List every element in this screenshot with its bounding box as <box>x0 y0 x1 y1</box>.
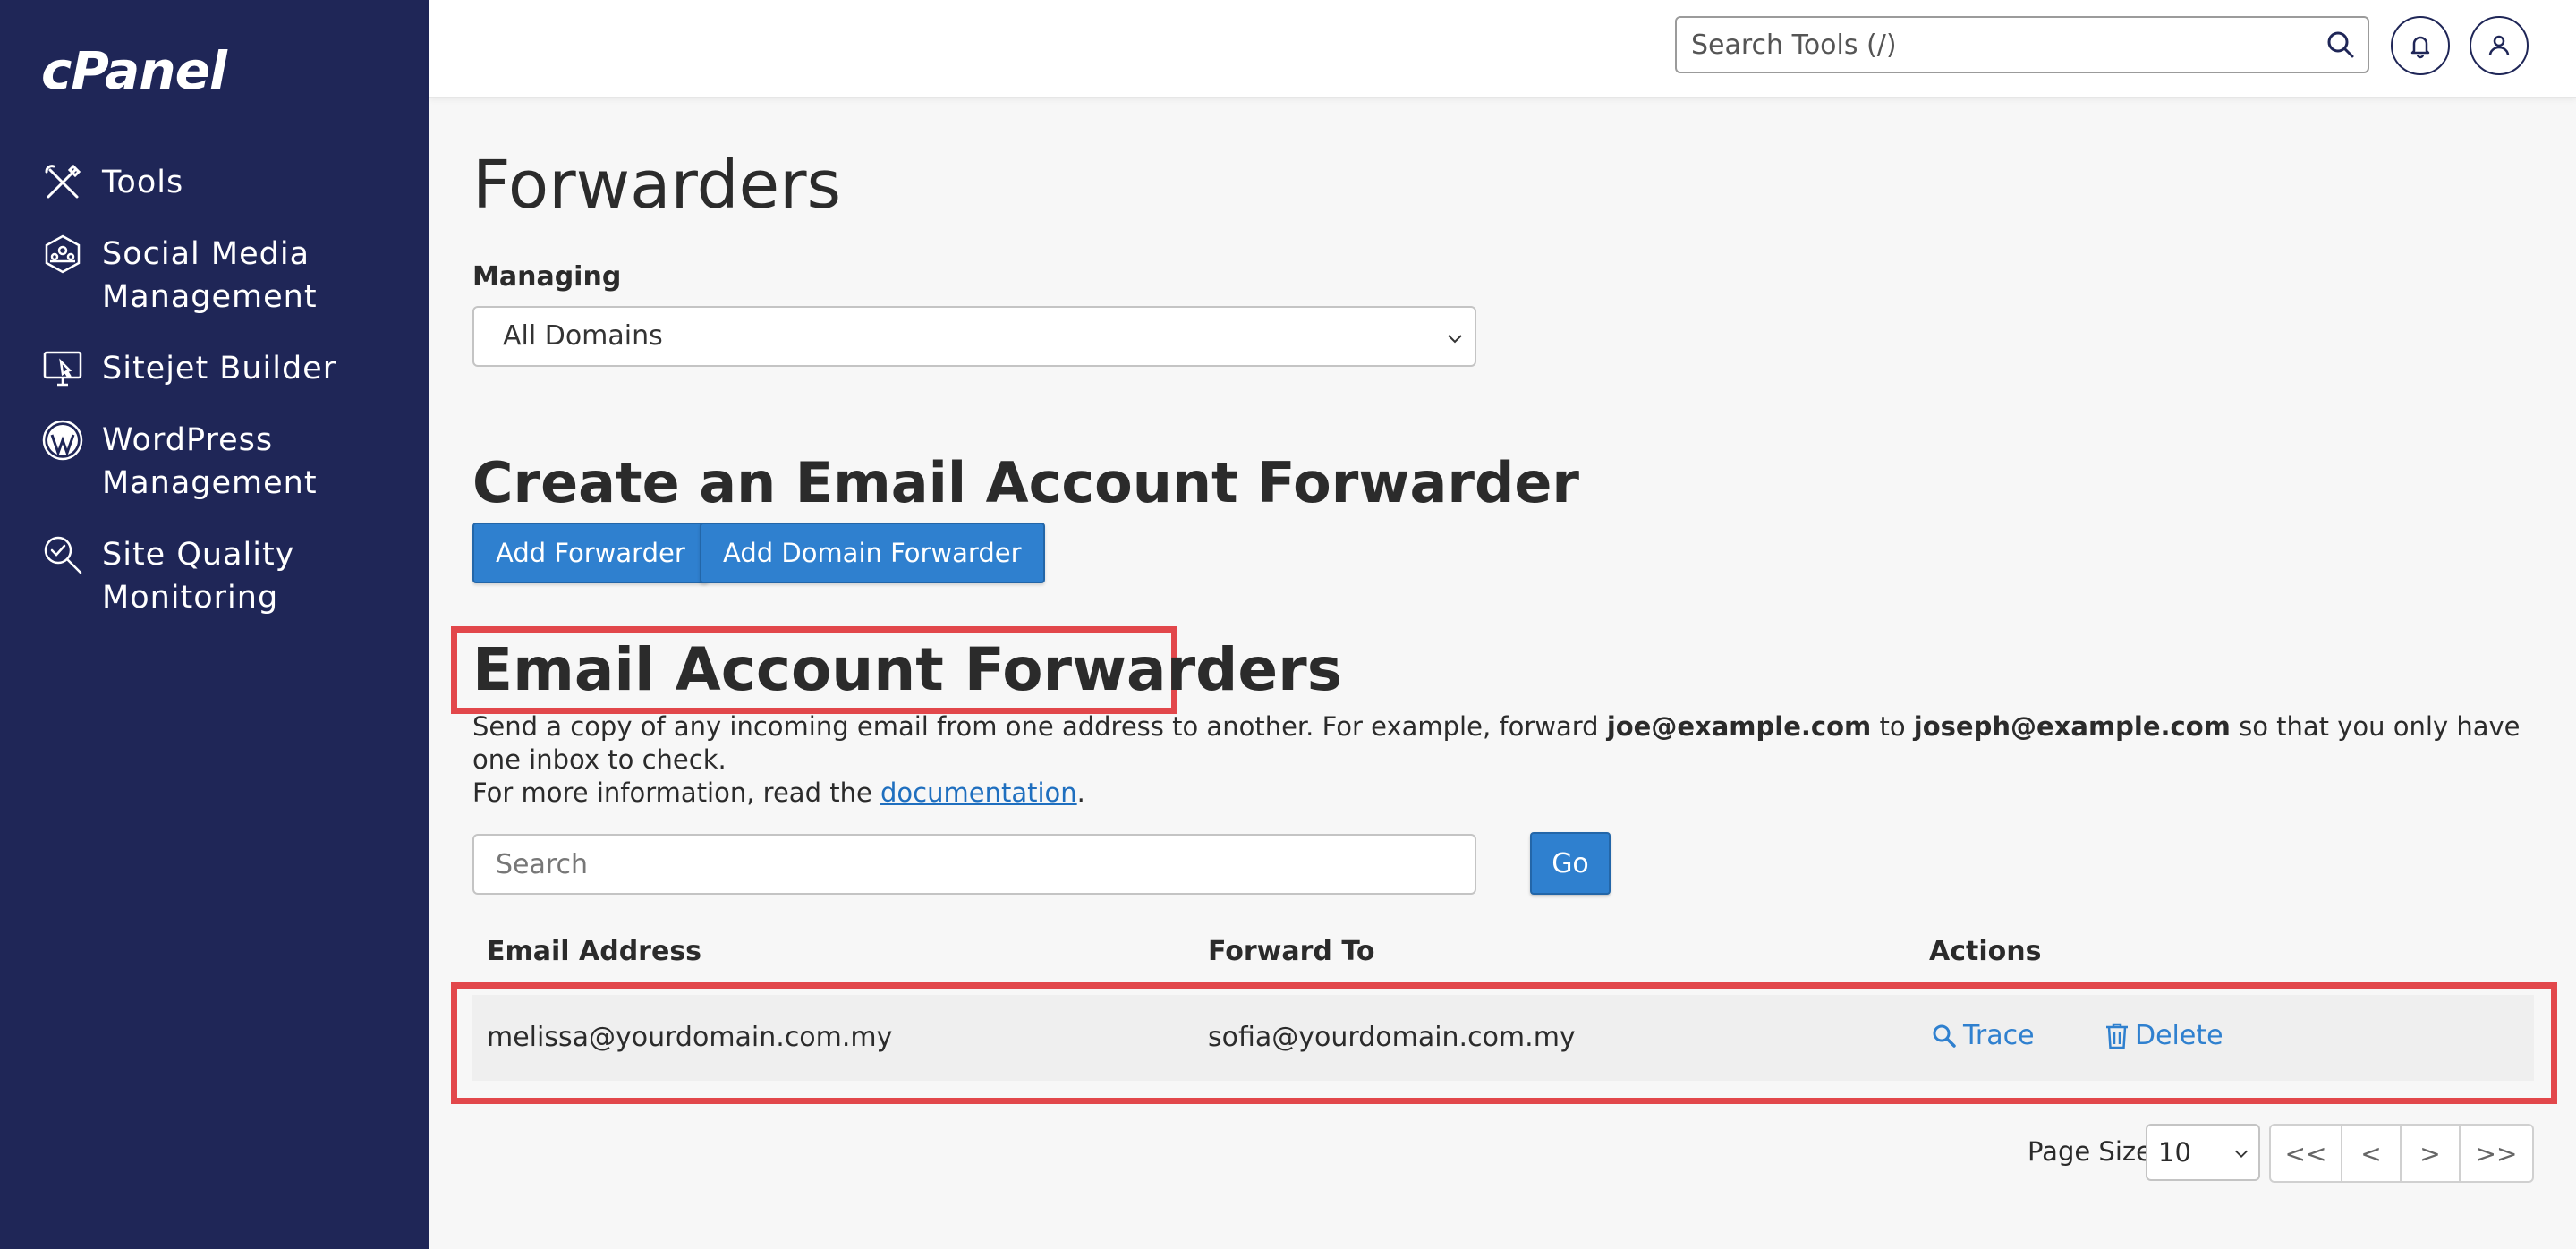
table-row: melissa@yourdomain.com.my sofia@yourdoma… <box>472 995 2534 1081</box>
email-account-forwarders-heading: Email Account Forwarders <box>472 635 1342 704</box>
column-header-actions: Actions <box>1929 936 2042 967</box>
first-page-button[interactable]: << <box>2271 1126 2342 1181</box>
column-header-email-address[interactable]: Email Address <box>487 936 701 967</box>
page-size-label: Page Size <box>2028 1136 2152 1167</box>
desc-text: . <box>1076 777 1085 808</box>
sidebar-item-label: Tools <box>102 165 184 200</box>
documentation-link[interactable]: documentation <box>880 777 1077 808</box>
cell-forward-to: sofia@yourdomain.com.my <box>1208 1022 1576 1053</box>
pagination: << < > >> <box>2269 1124 2534 1183</box>
page-size-select[interactable]: 10 <box>2146 1124 2260 1181</box>
desc-text: Send a copy of any incoming email from o… <box>472 711 1607 742</box>
site-quality-icon <box>44 536 82 574</box>
delete-label: Delete <box>2135 1020 2223 1051</box>
sitejet-icon <box>43 351 82 387</box>
notifications-button[interactable] <box>2391 16 2450 75</box>
desc-text: to <box>1871 711 1914 742</box>
sidebar-item-label: Sitejet Builder <box>102 351 337 387</box>
sidebar-item-site-quality[interactable]: Site Quality Monitoring <box>41 533 397 619</box>
go-button[interactable]: Go <box>1530 832 1611 895</box>
delete-button[interactable]: Delete <box>2104 1020 2223 1051</box>
sidebar-item-sitejet[interactable]: Sitejet Builder <box>41 347 397 390</box>
search-icon[interactable] <box>2326 30 2355 59</box>
forwarders-search-input[interactable] <box>472 834 1476 895</box>
user-menu-button[interactable] <box>2470 16 2529 75</box>
cell-email-address: melissa@yourdomain.com.my <box>487 1022 893 1053</box>
cpanel-logo[interactable]: cPanel <box>41 39 227 102</box>
managing-domain-value: All Domains <box>503 320 663 352</box>
trace-label: Trace <box>1963 1020 2035 1051</box>
trash-icon <box>2106 1023 2128 1049</box>
chevron-down-icon <box>2234 1150 2249 1158</box>
desc-text: For more information, read the <box>472 777 881 808</box>
page-title: Forwarders <box>472 147 842 224</box>
trace-button[interactable]: Trace <box>1931 1020 2035 1051</box>
bell-icon <box>2410 36 2430 59</box>
sidebar-item-tools[interactable]: Tools <box>41 161 397 204</box>
chevron-down-icon <box>1448 335 1462 344</box>
managing-domain-select[interactable]: All Domains <box>472 306 1476 367</box>
main-content: Forwarders Managing All Domains Create a… <box>429 98 2576 1249</box>
add-domain-forwarder-button[interactable]: Add Domain Forwarder <box>700 523 1045 583</box>
search-icon <box>1933 1024 1956 1048</box>
desc-example-email: joseph@example.com <box>1913 711 2231 742</box>
last-page-button[interactable]: >> <box>2461 1126 2532 1181</box>
user-icon <box>2488 35 2510 56</box>
sidebar-item-social-media[interactable]: Social Media Management <box>41 233 397 319</box>
sidebar-item-label: WordPress Management <box>102 422 318 501</box>
managing-label: Managing <box>472 261 622 293</box>
wordpress-icon <box>42 420 83 461</box>
next-page-button[interactable]: > <box>2402 1126 2461 1181</box>
sidebar-item-wordpress[interactable]: WordPress Management <box>41 419 397 505</box>
create-forwarder-heading: Create an Email Account Forwarder <box>472 450 1579 515</box>
search-tools-box[interactable] <box>1675 16 2369 73</box>
sidebar-item-label: Site Quality Monitoring <box>102 537 295 616</box>
topbar <box>429 0 2576 98</box>
tools-icon <box>45 164 81 199</box>
forwarders-description: Send a copy of any incoming email from o… <box>472 710 2548 810</box>
sidebar-item-label: Social Media Management <box>102 236 318 315</box>
search-tools-input[interactable] <box>1677 18 2294 72</box>
column-header-forward-to[interactable]: Forward To <box>1208 936 1374 967</box>
desc-example-email: joe@example.com <box>1606 711 1872 742</box>
add-forwarder-button[interactable]: Add Forwarder <box>472 523 709 583</box>
sidebar: cPanel Tools Social Media Management Sit… <box>0 0 429 1249</box>
page-size-value: 10 <box>2158 1137 2191 1168</box>
social-media-icon <box>45 234 81 274</box>
prev-page-button[interactable]: < <box>2342 1126 2402 1181</box>
